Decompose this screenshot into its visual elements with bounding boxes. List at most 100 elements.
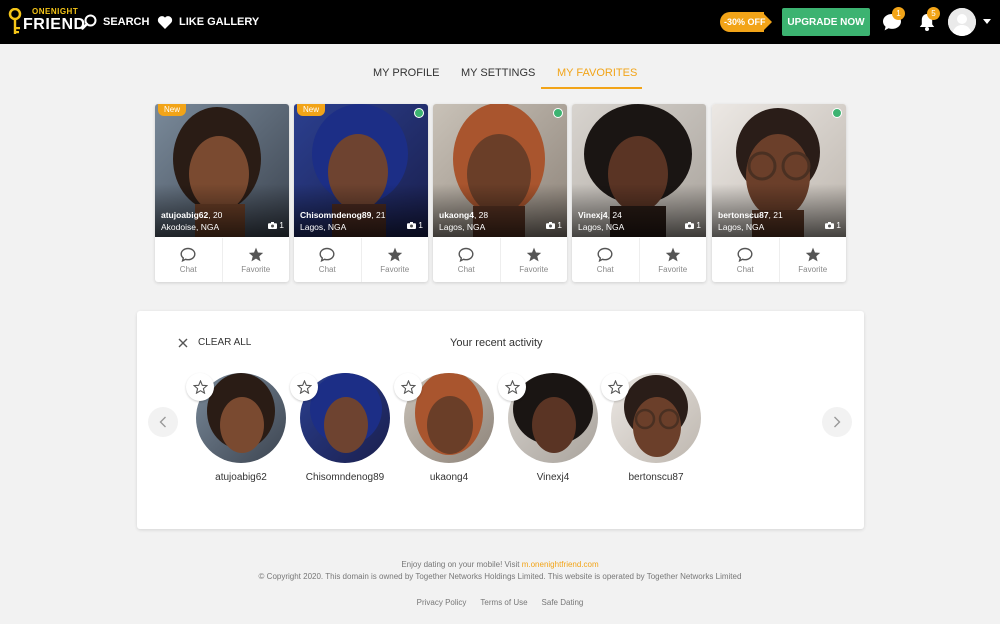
new-badge: New	[297, 104, 326, 116]
recent-activity-title: Your recent activity	[450, 337, 543, 349]
chat-label: Chat	[318, 264, 336, 274]
star-icon	[665, 247, 680, 261]
star-outline-icon	[192, 380, 208, 394]
recent-activity-item[interactable]: atujoabig62	[186, 373, 296, 488]
favorite-toggle-button[interactable]	[498, 373, 526, 401]
site-logo[interactable]: ONENIGHT FRIEND	[8, 6, 85, 38]
top-navigation-bar: ONENIGHT FRIEND SEARCH LIKE GALLERY -30%…	[0, 0, 1000, 44]
photo-count: 1	[407, 220, 423, 230]
favorite-card[interactable]: New atujoabig62, 20 Akodoise, NGA 1 Chat…	[155, 104, 289, 282]
chat-label: Chat	[736, 264, 754, 274]
photo-count: 1	[825, 220, 841, 230]
footer-link-terms-of-use[interactable]: Terms of Use	[480, 598, 527, 607]
card-location: Akodoise, NGA	[161, 222, 220, 232]
favorite-button[interactable]: Favorite	[499, 238, 568, 282]
favorite-toggle-button[interactable]	[186, 373, 214, 401]
favorite-card[interactable]: ukaong4, 28 Lagos, NGA 1 Chat Favorite	[433, 104, 567, 282]
favorite-toggle-button[interactable]	[601, 373, 629, 401]
recent-activity-item[interactable]: bertonscu87	[601, 373, 711, 488]
photo-count: 1	[268, 220, 284, 230]
chat-label: Chat	[179, 264, 197, 274]
online-status-indicator	[832, 108, 842, 118]
discount-promo-text: -30% OFF	[724, 17, 766, 27]
chat-bubble-icon	[597, 247, 613, 262]
recent-username[interactable]: Vinexj4	[498, 472, 608, 483]
favorite-card[interactable]: Vinexj4, 24 Lagos, NGA 1 Chat Favorite	[572, 104, 706, 282]
card-location: Lagos, NGA	[439, 222, 486, 232]
footer-mobile-link[interactable]: m.onenightfriend.com	[522, 560, 599, 569]
favorite-toggle-button[interactable]	[290, 373, 318, 401]
chat-button[interactable]: Chat	[433, 238, 500, 282]
clear-all-button[interactable]: CLEAR ALL	[178, 337, 251, 348]
photo-count: 1	[546, 220, 562, 230]
chevron-left-icon	[159, 416, 166, 428]
star-outline-icon	[504, 380, 520, 394]
user-avatar-icon	[948, 8, 976, 36]
card-username[interactable]: ukaong4, 28	[439, 210, 488, 220]
tab-my-profile[interactable]: MY PROFILE	[373, 67, 439, 79]
favorite-card[interactable]: New Chisomndenog89, 21 Lagos, NGA 1 Chat…	[294, 104, 428, 282]
favorite-button[interactable]: Favorite	[638, 238, 707, 282]
clear-all-label: CLEAR ALL	[198, 337, 252, 348]
search-icon	[81, 14, 97, 30]
account-menu-caret-icon[interactable]	[983, 19, 991, 24]
favorite-button[interactable]: Favorite	[221, 238, 290, 282]
carousel-prev-button[interactable]	[148, 407, 178, 437]
recent-username[interactable]: ukaong4	[394, 472, 504, 483]
camera-icon	[825, 221, 835, 229]
recent-activity-item[interactable]: Chisomndenog89	[290, 373, 400, 488]
card-location: Lagos, NGA	[578, 222, 625, 232]
recent-username[interactable]: Chisomndenog89	[290, 472, 400, 483]
card-username[interactable]: bertonscu87, 21	[718, 210, 783, 220]
user-avatar[interactable]	[948, 8, 976, 36]
footer-link-safe-dating[interactable]: Safe Dating	[542, 598, 584, 607]
footer-link-privacy-policy[interactable]: Privacy Policy	[417, 598, 467, 607]
nav-like-gallery-link[interactable]: LIKE GALLERY	[157, 13, 259, 31]
recent-activity-item[interactable]: ukaong4	[394, 373, 504, 488]
camera-icon	[268, 221, 278, 229]
favorite-toggle-button[interactable]	[394, 373, 422, 401]
chat-bubble-icon	[180, 247, 196, 262]
tab-my-settings[interactable]: MY SETTINGS	[461, 67, 535, 79]
tab-my-favorites[interactable]: MY FAVORITES	[557, 67, 637, 79]
recent-activity-item[interactable]: Vinexj4	[498, 373, 608, 488]
favorite-label: Favorite	[380, 264, 410, 274]
star-icon	[248, 247, 263, 261]
nav-like-gallery-label: LIKE GALLERY	[179, 16, 260, 28]
card-location: Lagos, NGA	[718, 222, 765, 232]
carousel-next-button[interactable]	[822, 407, 852, 437]
chat-label: Chat	[596, 264, 614, 274]
logo-text-big: FRIEND	[23, 16, 86, 33]
active-tab-indicator	[541, 87, 642, 89]
favorite-button[interactable]: Favorite	[778, 238, 847, 282]
favorite-label: Favorite	[798, 264, 828, 274]
card-username[interactable]: atujoabig62, 20	[161, 210, 222, 220]
recent-username[interactable]: bertonscu87	[601, 472, 711, 483]
favorite-card[interactable]: bertonscu87, 21 Lagos, NGA 1 Chat Favori…	[712, 104, 846, 282]
favorite-button[interactable]: Favorite	[360, 238, 429, 282]
discount-promo-badge[interactable]: -30% OFF	[720, 12, 772, 32]
card-username[interactable]: Chisomndenog89, 21	[300, 210, 386, 220]
chat-bubble-icon	[319, 247, 335, 262]
camera-icon	[685, 221, 695, 229]
favorite-label: Favorite	[658, 264, 688, 274]
messages-count-badge: 1	[892, 7, 905, 20]
footer-links: Privacy Policy Terms of Use Safe Dating	[0, 598, 1000, 607]
photo-count: 1	[685, 220, 701, 230]
new-badge: New	[158, 104, 187, 116]
chat-button[interactable]: Chat	[712, 238, 779, 282]
chat-label: Chat	[457, 264, 475, 274]
chevron-right-icon	[834, 416, 841, 428]
chat-button[interactable]: Chat	[155, 238, 222, 282]
nav-search-link[interactable]: SEARCH	[81, 13, 149, 31]
star-outline-icon	[296, 380, 312, 394]
heart-icon	[157, 15, 173, 29]
chat-button[interactable]: Chat	[294, 238, 361, 282]
upgrade-now-button[interactable]: UPGRADE NOW	[782, 8, 870, 36]
recent-username[interactable]: atujoabig62	[186, 472, 296, 483]
recent-activity-panel: CLEAR ALL Your recent activity atujoabig…	[137, 311, 864, 529]
chat-button[interactable]: Chat	[572, 238, 639, 282]
favorite-label: Favorite	[241, 264, 271, 274]
card-username[interactable]: Vinexj4, 24	[578, 210, 622, 220]
close-icon	[178, 338, 188, 347]
